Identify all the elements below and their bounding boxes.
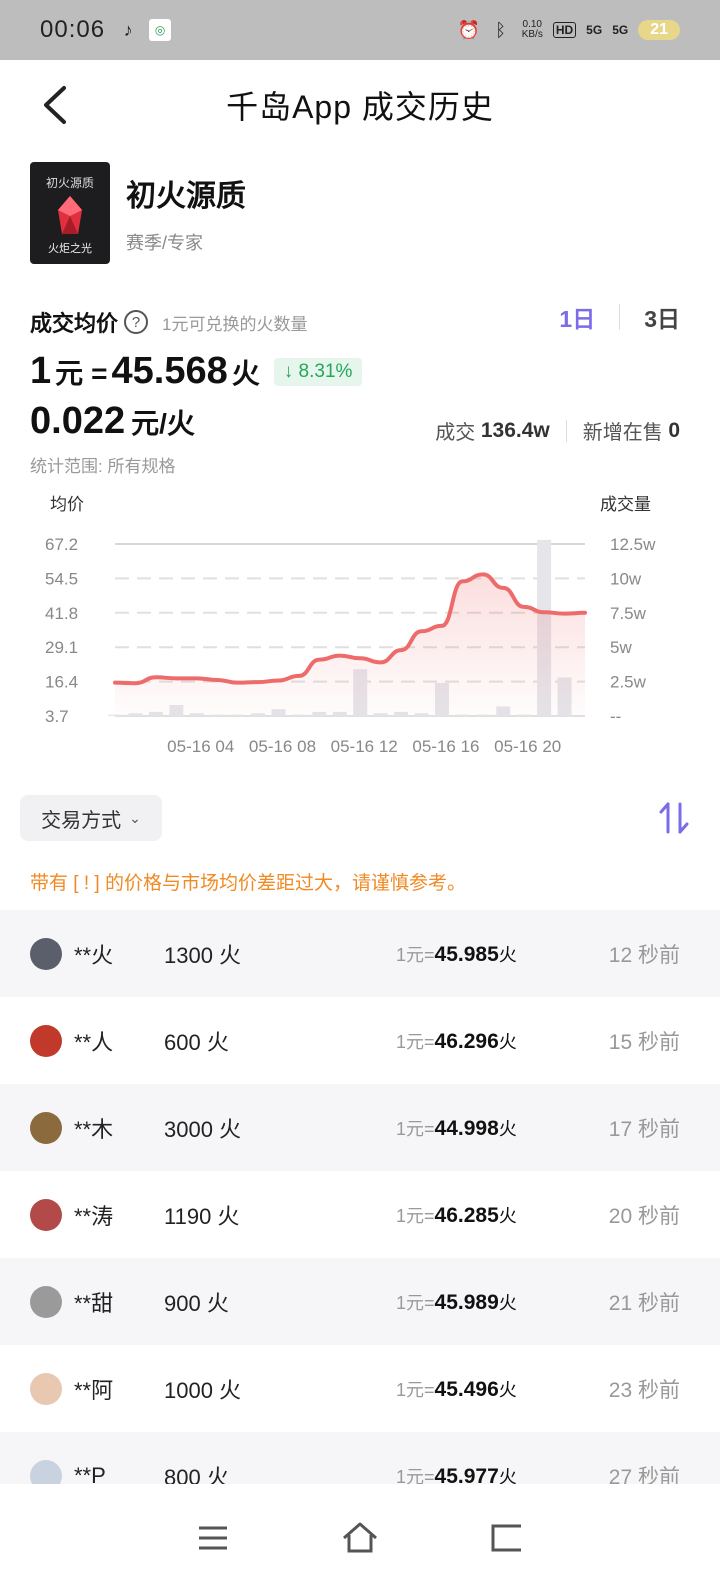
battery-indicator: 21 [638, 20, 680, 40]
trade-row[interactable]: **涛 1190 火 1元=46.285火 20 秒前 [0, 1171, 720, 1258]
trade-quantity: 3000 火 [164, 1116, 242, 1142]
x-tick-label: 05-16 08 [249, 737, 316, 756]
trade-time-ago: 20 秒前 [608, 1204, 680, 1228]
trade-time-ago: 15 秒前 [608, 1030, 680, 1054]
avatar [30, 1285, 62, 1318]
trade-row[interactable]: **火 1300 火 1元=45.985火 12 秒前 [0, 910, 720, 997]
avatar [30, 1372, 62, 1405]
volume-value: 136.4w [480, 418, 550, 442]
menu-icon[interactable] [193, 1518, 233, 1558]
trade-quantity: 1300 火 [164, 942, 242, 968]
trade-user: **甜 [74, 1290, 114, 1316]
trade-user: **木 [74, 1116, 114, 1142]
y-right-tick-label: -- [610, 707, 621, 726]
y-right-tick-label: 2.5w [610, 673, 647, 692]
status-bar: 00:06 ♪ ◎ ⏰ ᛒ 0.10 KB/s HD 5G 5G 21 [0, 0, 720, 60]
y-left-tick-label: 29.1 [45, 638, 78, 657]
trade-time-ago: 17 秒前 [608, 1117, 680, 1141]
x-tick-label: 05-16 12 [331, 737, 398, 756]
trade-user: **阿 [74, 1377, 114, 1403]
trade-rate: 1元=46.296火 [396, 1029, 517, 1053]
volume-stats: 成交 136.4w 新增在售 0 [435, 418, 680, 445]
net-speed: 0.10 KB/s [521, 19, 543, 40]
trade-rate: 1元=45.989火 [396, 1290, 517, 1314]
help-icon[interactable]: ? [124, 310, 149, 334]
signal-5g-2: 5G [612, 23, 629, 37]
trade-quantity: 1190 火 [164, 1203, 240, 1229]
average-price-description: 1元可兑换的火数量 [162, 314, 308, 334]
y-left-tick-label: 54.5 [45, 569, 78, 588]
avatar [30, 1111, 62, 1144]
product-thumbnail: 初火源质 火炬之光 [30, 162, 110, 264]
trade-list: **火 1300 火 1元=45.985火 12 秒前 **人 600 火 1元=46.29… [0, 910, 720, 1519]
status-time: 00:06 [40, 16, 106, 43]
trade-row[interactable]: **甜 900 火 1元=45.989火 21 秒前 [0, 1258, 720, 1345]
trade-rate: 1元=45.985火 [396, 942, 517, 966]
exchange-rate: 1 元 = 45.568 火 ↓ 8.31% [30, 350, 363, 393]
alarm-icon: ⏰ [457, 19, 480, 40]
x-tick-label: 05-16 04 [167, 737, 234, 756]
app-notification-icon: ◎ [149, 19, 172, 41]
page-title: 千岛App 成交历史 [226, 89, 494, 125]
price-volume-chart: 均价 成交量 67.2 12.5w 54.5 10w 41.8 7.5w 29.1 5w 16.4 2… [45, 495, 656, 756]
trade-quantity: 1000 火 [164, 1377, 242, 1403]
red-crystal-icon [58, 196, 82, 234]
app-bar: 千岛App 成交历史 [0, 60, 720, 150]
avatar [30, 937, 62, 970]
y-left-tick-label: 3.7 [45, 707, 69, 726]
average-price-label: 成交均价 ? 1元可兑换的火数量 [30, 310, 308, 336]
product-name: 初火源质 [126, 180, 246, 213]
new-listing-value: 0 [668, 418, 680, 442]
back-arrow-icon[interactable] [38, 80, 78, 130]
trade-quantity: 600 火 [164, 1029, 229, 1055]
signal-5g-1: 5G [586, 23, 603, 37]
rate-value: 45.568 [111, 350, 228, 392]
trade-user: **人 [74, 1029, 114, 1055]
y-right-tick-label: 12.5w [610, 535, 656, 554]
x-tick-label: 05-16 20 [494, 737, 561, 756]
return-icon[interactable] [487, 1518, 527, 1558]
trade-rate: 1元=45.496火 [396, 1377, 517, 1401]
change-badge: ↓ 8.31% [273, 358, 363, 386]
down-arrow-icon: ↓ [283, 361, 299, 382]
trade-row[interactable]: **人 600 火 1元=46.296火 15 秒前 [0, 997, 720, 1084]
y-right-tick-label: 5w [610, 638, 632, 657]
range-tabs: 1日 3日 [559, 300, 680, 334]
unit-price: 0.022 元/火 [30, 400, 195, 442]
bluetooth-icon: ᛒ [495, 19, 507, 40]
trade-method-filter[interactable]: 交易方式 ⌄ [20, 795, 162, 841]
price-warning: 带有 [ ! ] 的价格与市场均价差距过大，请谨慎参考。 [30, 873, 466, 894]
avatar [30, 1198, 62, 1231]
trade-user: **火 [74, 942, 114, 968]
system-nav-bar [0, 1484, 720, 1592]
stat-scope: 统计范围: 所有规格 [30, 457, 176, 476]
home-icon[interactable] [340, 1518, 380, 1558]
product-category: 赛季/专家 [126, 233, 204, 253]
hd-indicator: HD [552, 22, 577, 38]
tab-1day[interactable]: 1日 [559, 300, 595, 334]
trade-time-ago: 21 秒前 [608, 1291, 680, 1315]
y-right-axis-label: 成交量 [600, 495, 651, 514]
product-header: 初火源质 火炬之光 初火源质 赛季/专家 [30, 162, 246, 264]
y-left-tick-label: 67.2 [45, 535, 78, 554]
x-tick-label: 05-16 16 [412, 737, 479, 756]
trade-row[interactable]: **阿 1000 火 1元=45.496火 23 秒前 [0, 1345, 720, 1432]
trade-rate: 1元=46.285火 [396, 1203, 517, 1227]
trade-row[interactable]: **木 3000 火 1元=44.998火 17 秒前 [0, 1084, 720, 1171]
tab-3day[interactable]: 3日 [644, 300, 680, 334]
trade-quantity: 900 火 [164, 1290, 229, 1316]
y-left-axis-label: 均价 [50, 495, 84, 514]
y-left-tick-label: 41.8 [45, 604, 78, 623]
avatar [30, 1024, 62, 1057]
trade-time-ago: 12 秒前 [608, 943, 680, 967]
y-left-tick-label: 16.4 [45, 673, 78, 692]
music-icon: ♪ [123, 19, 133, 40]
trade-time-ago: 23 秒前 [608, 1378, 680, 1402]
sort-swap-icon[interactable] [658, 800, 690, 836]
trade-rate: 1元=44.998火 [396, 1116, 517, 1140]
y-right-tick-label: 7.5w [610, 604, 647, 623]
chevron-down-icon: ⌄ [129, 809, 141, 826]
trade-user: **涛 [74, 1203, 114, 1229]
y-right-tick-label: 10w [610, 569, 642, 588]
